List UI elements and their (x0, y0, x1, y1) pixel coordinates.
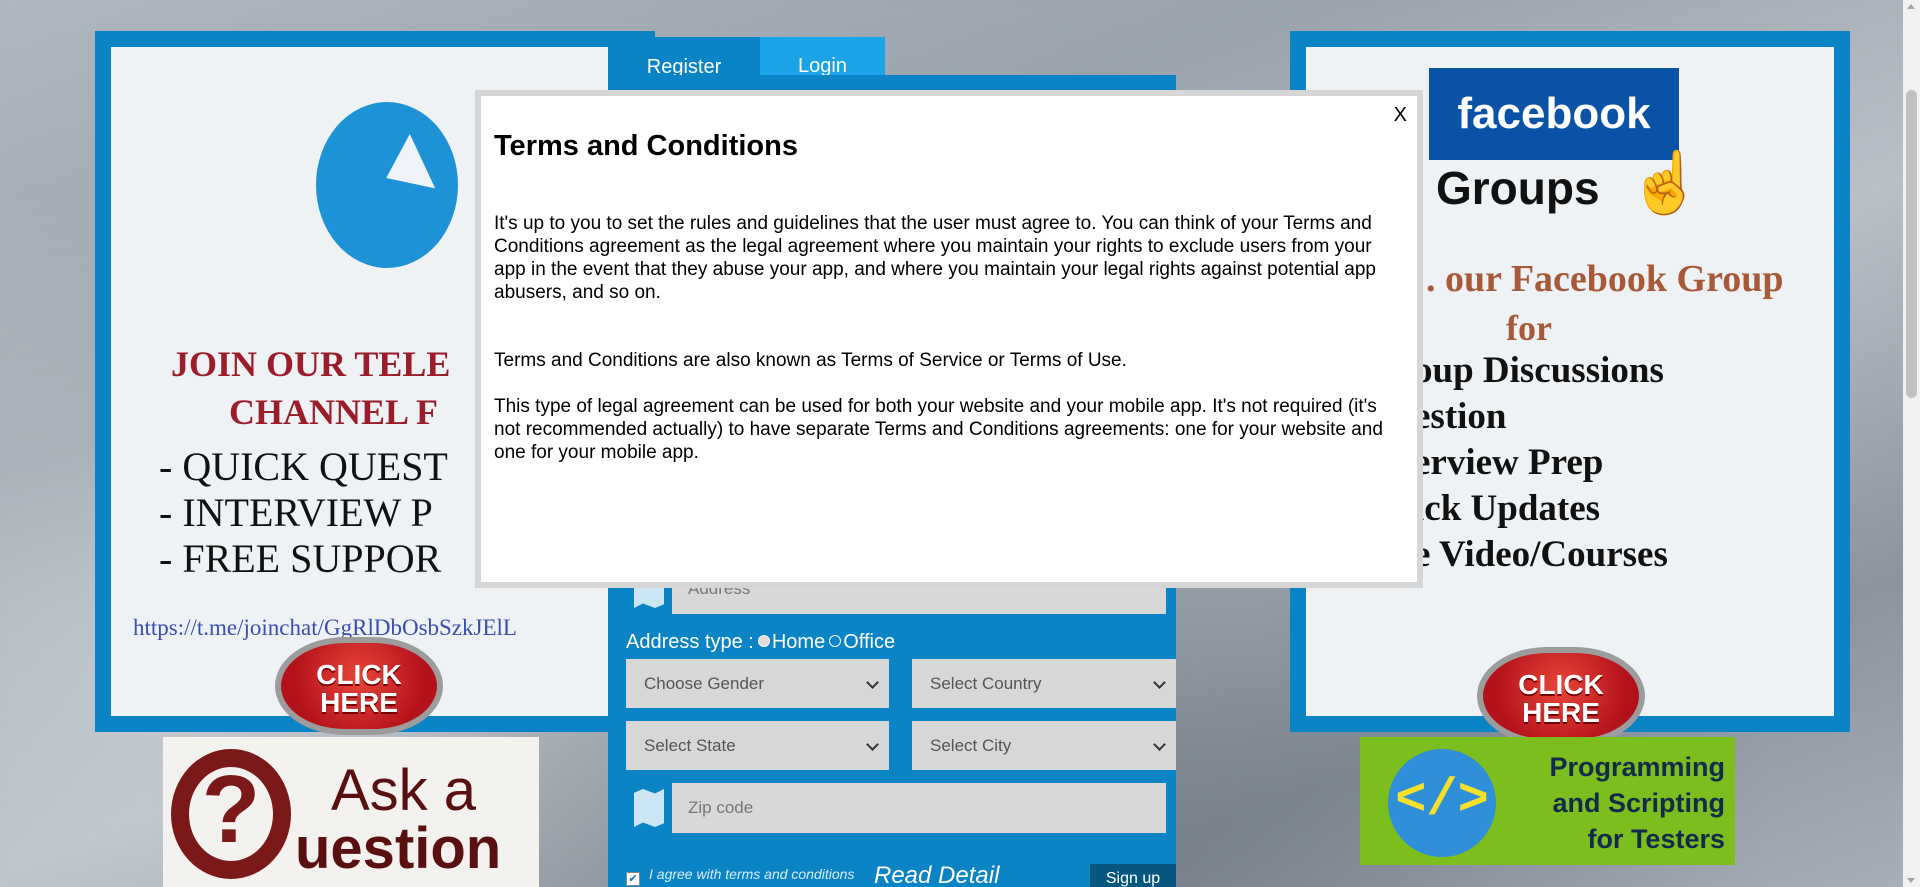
programming-ad-text: Programming and Scripting for Testers (1549, 749, 1725, 857)
telegram-icon (316, 102, 458, 268)
read-detail-link[interactable]: Read Detail (874, 862, 999, 887)
modal-title: Terms and Conditions (494, 130, 798, 162)
city-select[interactable]: Select City (912, 721, 1176, 770)
question-mark-icon: ? (171, 749, 291, 879)
radio-home[interactable] (757, 634, 770, 647)
map-icon (626, 783, 672, 833)
click-line-1: CLICK (316, 659, 402, 690)
facebook-list-item: oup Discussions (1414, 350, 1664, 391)
agree-text: I agree with terms and conditions (649, 866, 855, 882)
zip-code-field[interactable]: Zip code (626, 783, 1166, 833)
facebook-list-item: estion (1414, 396, 1507, 437)
telegram-list-item: - FREE SUPPOR (159, 536, 442, 581)
telegram-list-item: - QUICK QUEST (159, 444, 448, 489)
ask-line-1: Ask a (331, 758, 477, 823)
close-button[interactable]: X (1394, 104, 1407, 127)
prog-line-3: for Testers (1587, 824, 1725, 854)
ask-a-question-ad[interactable]: ? Ask a uestion (163, 737, 539, 887)
telegram-list-item: - INTERVIEW P (159, 490, 433, 535)
click-here-button-right[interactable]: CLICK HERE (1477, 647, 1645, 745)
telegram-heading-1: JOIN OUR TELE (171, 344, 451, 384)
page-scrollbar[interactable] (1903, 0, 1920, 887)
click-line-1: CLICK (1518, 669, 1604, 700)
groups-label: Groups (1436, 162, 1600, 214)
signup-button[interactable]: Sign up (1090, 864, 1176, 887)
modal-paragraph: This type of legal agreement can be used… (494, 396, 1383, 463)
facebook-list-item: e Video/Courses (1414, 534, 1668, 575)
telegram-link[interactable]: https://t.me/joinchat/GgRlDbOsbSzkJElL (133, 615, 517, 641)
click-line-2: HERE (1522, 697, 1600, 728)
terms-modal: X Terms and Conditions It's up to you to… (481, 96, 1417, 582)
click-line-2: HERE (320, 687, 398, 718)
hand-cursor-icon: ☝ (1628, 149, 1703, 216)
modal-paragraph: It's up to you to set the rules and guid… (494, 213, 1376, 303)
zip-placeholder: Zip code (688, 798, 754, 817)
facebook-list-item: erview Prep (1414, 442, 1604, 483)
ask-line-2: uestion (295, 816, 502, 881)
click-here-button-left[interactable]: CLICK HERE (275, 637, 443, 735)
facebook-heading-2: for (1506, 308, 1552, 348)
gender-select[interactable]: Choose Gender (626, 659, 889, 708)
agree-checkbox[interactable]: ✔ (626, 872, 640, 886)
facebook-list-item: ick Updates (1414, 488, 1601, 529)
programming-ad[interactable]: </> Programming and Scripting for Tester… (1360, 737, 1735, 865)
scroll-thumb[interactable] (1906, 90, 1917, 398)
country-select[interactable]: Select Country (912, 659, 1176, 708)
address-type-group: Address type : Home Office (626, 631, 895, 654)
prog-line-1: Programming (1549, 752, 1725, 782)
code-icon: </> (1388, 749, 1496, 857)
scroll-down-icon[interactable] (1907, 878, 1915, 883)
radio-office[interactable] (829, 634, 842, 647)
radio-home-label[interactable]: Home (772, 631, 825, 653)
radio-office-label[interactable]: Office (843, 631, 895, 653)
state-select[interactable]: Select State (626, 721, 889, 770)
scroll-up-icon[interactable] (1907, 4, 1915, 9)
prog-line-2: and Scripting (1552, 788, 1725, 818)
modal-paragraph: Terms and Conditions are also known as T… (494, 350, 1127, 371)
telegram-heading-2: CHANNEL F (229, 392, 439, 432)
facebook-heading-1: . our Facebook Group (1426, 258, 1784, 300)
address-type-label: Address type : (626, 631, 754, 653)
